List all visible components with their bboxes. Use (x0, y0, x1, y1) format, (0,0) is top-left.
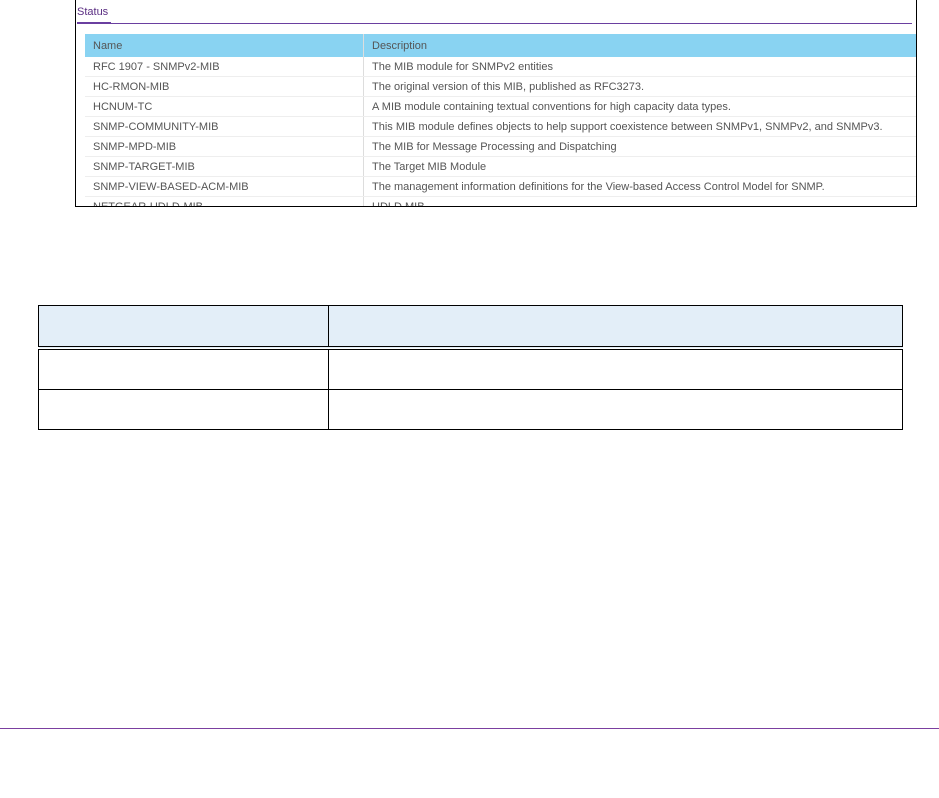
mib-description: The MIB for Message Processing and Dispa… (363, 136, 916, 157)
mib-description: The original version of this MIB, publis… (363, 76, 916, 97)
table-row[interactable]: HCNUM-TC A MIB module containing textual … (85, 96, 916, 117)
table-row (38, 389, 903, 430)
tab-active-underline (77, 22, 111, 24)
footer-divider (0, 728, 939, 729)
mib-description: A MIB module containing textual conventi… (363, 96, 916, 117)
mib-name: RFC 1907 - SNMPv2-MIB (85, 57, 364, 77)
tab-status[interactable]: Status (77, 6, 108, 18)
table-row[interactable]: SNMP-COMMUNITY-MIB This MIB module define… (85, 116, 916, 137)
mib-name: HC-RMON-MIB (85, 76, 364, 97)
empty-document-table (38, 305, 903, 430)
table-row[interactable]: RFC 1907 - SNMPv2-MIB The MIB module for … (85, 57, 916, 77)
table-header-row (38, 305, 903, 350)
column-header-name: Name (85, 34, 364, 57)
table-row[interactable]: SNMP-TARGET-MIB The Target MIB Module (85, 156, 916, 177)
tab-divider (77, 23, 912, 24)
table-row[interactable]: SNMP-MPD-MIB The MIB for Message Processi… (85, 136, 916, 157)
table-row[interactable]: SNMP-VIEW-BASED-ACM-MIB The management in… (85, 176, 916, 197)
mib-description: The MIB module for SNMPv2 entities (363, 57, 916, 77)
mib-table: Name Description RFC 1907 - SNMPv2-MIB Th… (85, 34, 916, 206)
table-row[interactable]: NETGEAR-UDLD-MIB UDLD MIB (85, 196, 916, 206)
mib-description: The Target MIB Module (363, 156, 916, 177)
mib-name: SNMP-TARGET-MIB (85, 156, 364, 177)
column-header-description: Description (363, 34, 916, 57)
mib-name: SNMP-MPD-MIB (85, 136, 364, 157)
mib-name: HCNUM-TC (85, 96, 364, 117)
table-cell (328, 347, 903, 390)
table-cell (328, 389, 903, 430)
status-screenshot: Status Name Description RFC 1907 - SNMPv… (75, 0, 917, 207)
mib-description: This MIB module defines objects to help … (363, 116, 916, 137)
table-cell (38, 347, 329, 390)
header-cell (328, 305, 903, 350)
mib-name: NETGEAR-UDLD-MIB (85, 196, 364, 206)
table-cell (38, 389, 329, 430)
mib-description: UDLD MIB (363, 196, 916, 206)
mib-name: SNMP-VIEW-BASED-ACM-MIB (85, 176, 364, 197)
header-cell (38, 305, 329, 350)
table-row[interactable]: HC-RMON-MIB The original version of this … (85, 76, 916, 97)
mib-description: The management information definitions f… (363, 176, 916, 197)
table-row (38, 347, 903, 390)
mib-name: SNMP-COMMUNITY-MIB (85, 116, 364, 137)
